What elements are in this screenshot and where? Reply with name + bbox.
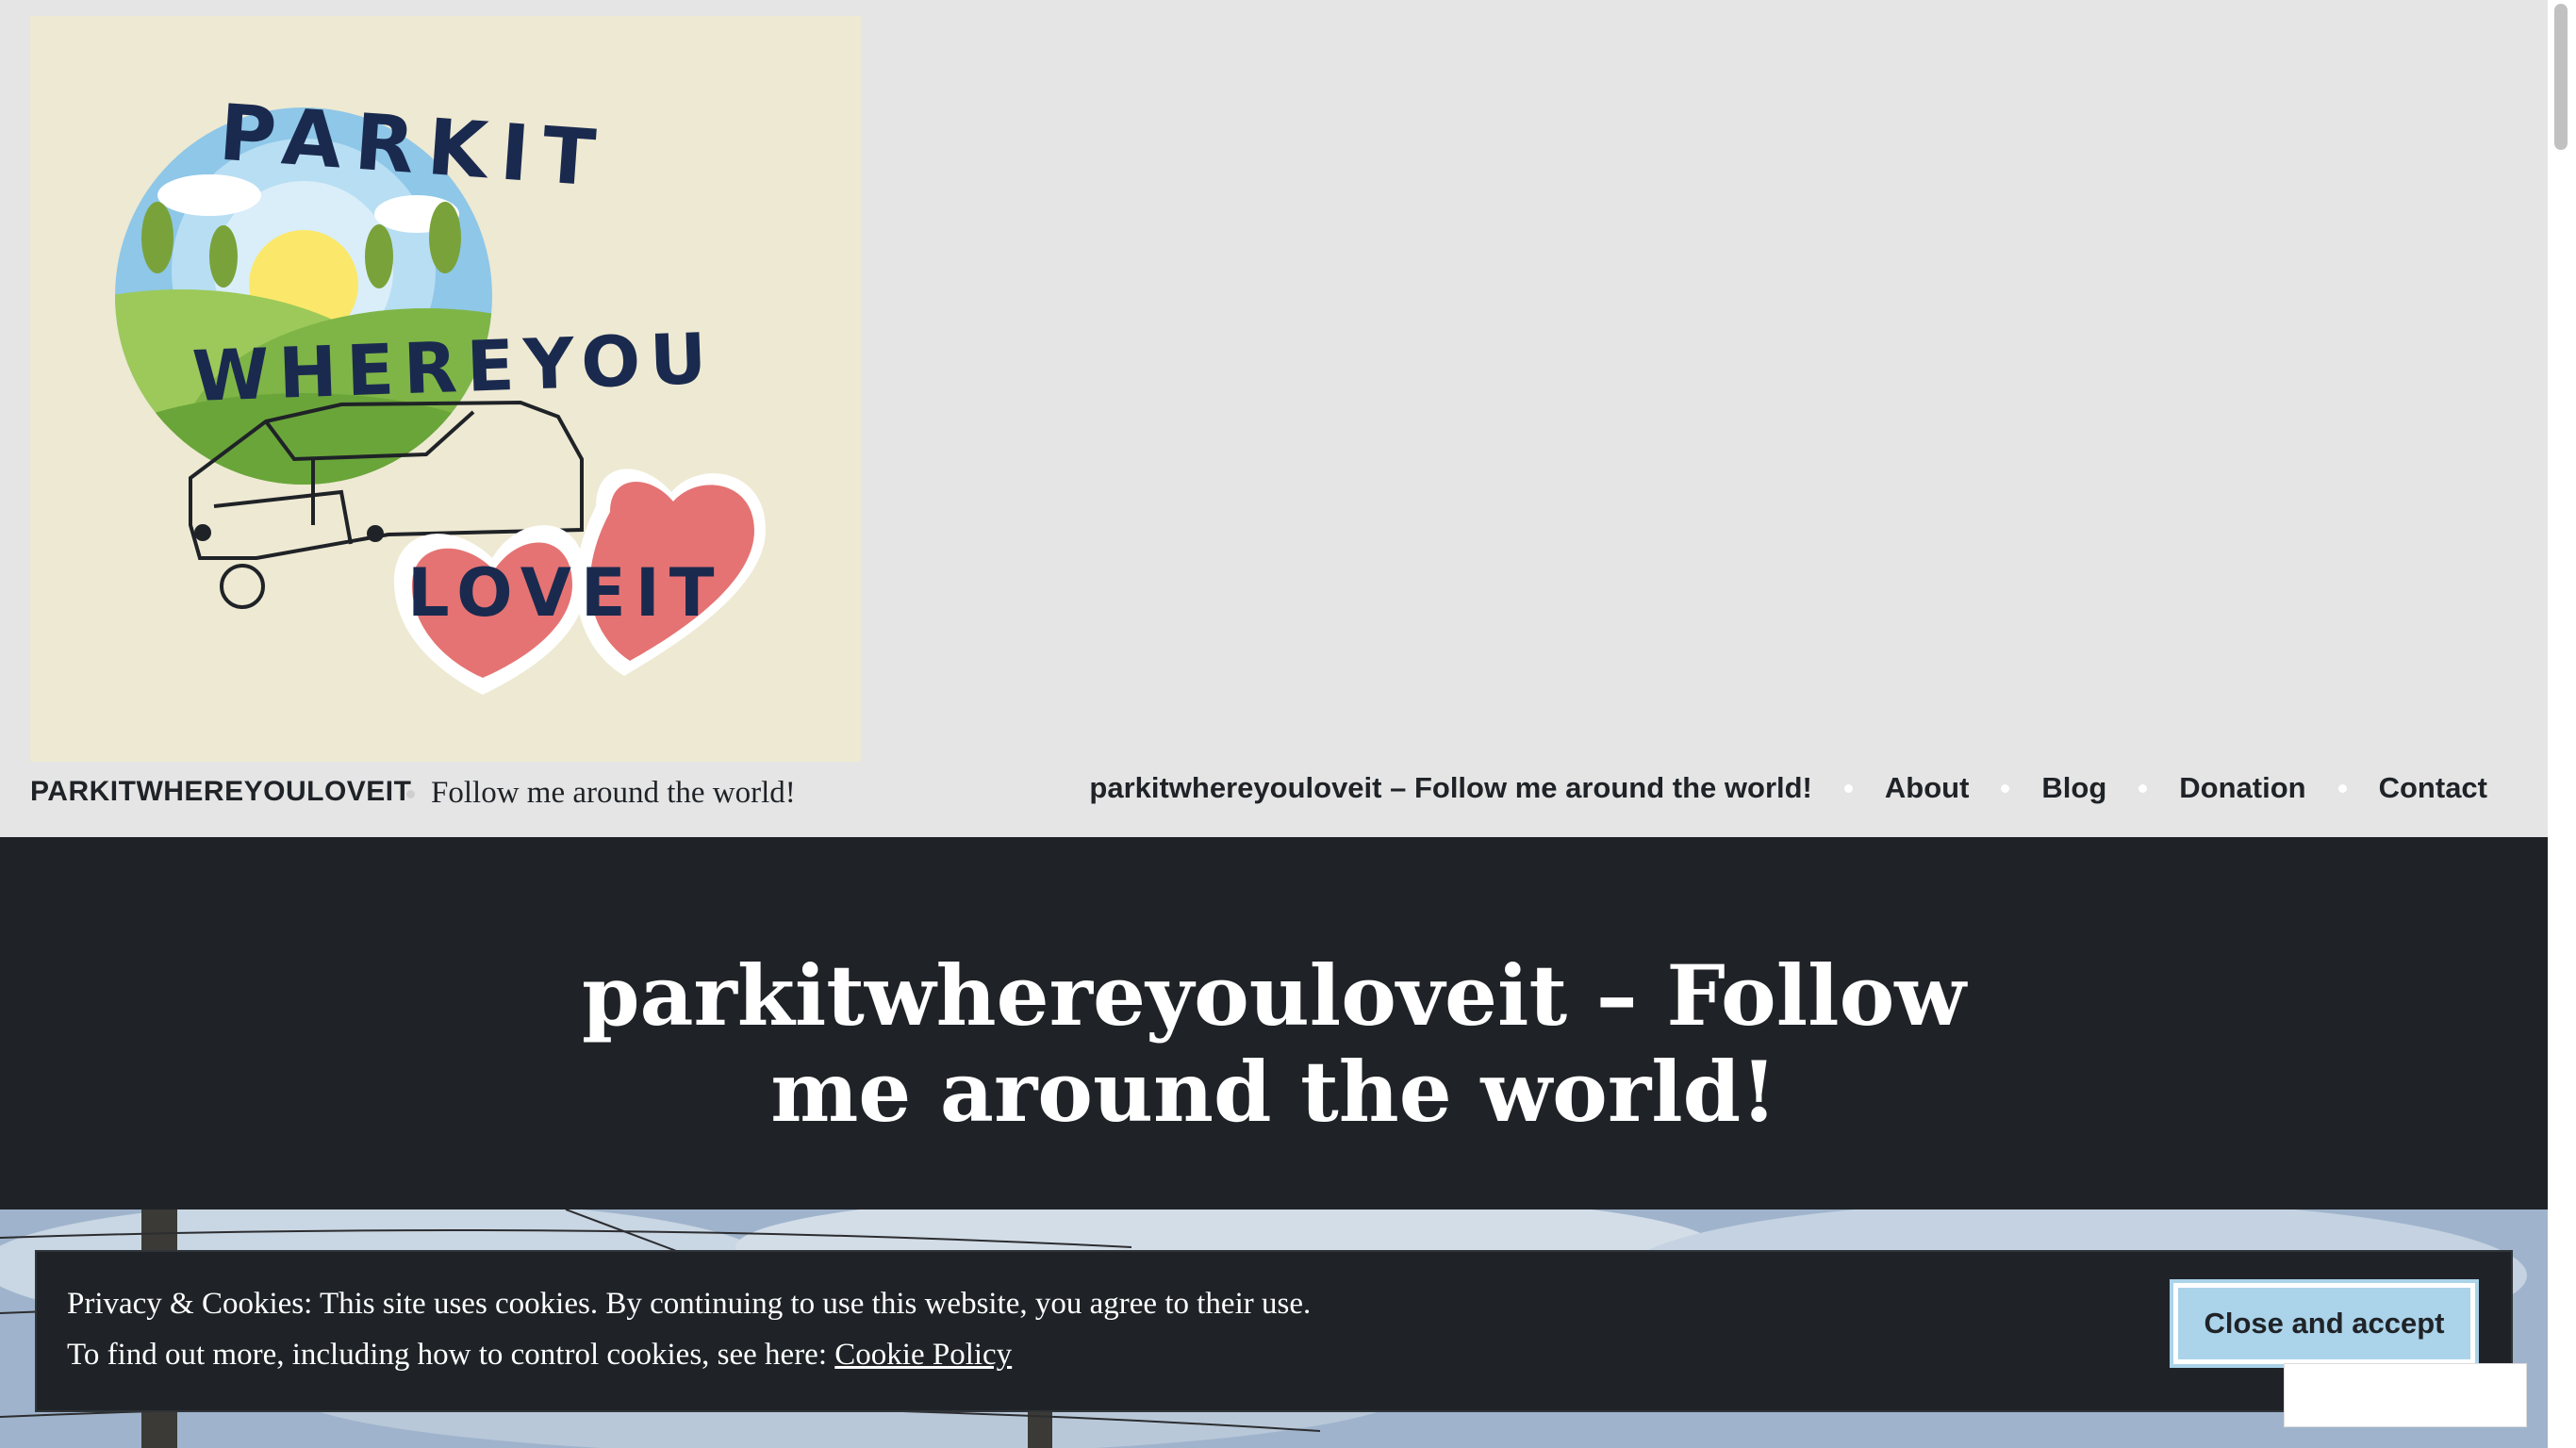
nav-item-blog[interactable]: Blog bbox=[2041, 771, 2106, 805]
logo-illustration: PARKIT WHEREYOU LOVEIT bbox=[115, 89, 766, 695]
hero-banner: parkitwhereyouloveit – Follow me around … bbox=[0, 837, 2548, 1209]
nav-separator bbox=[1843, 783, 1853, 793]
page-title: parkitwhereyouloveit – Follow me around … bbox=[581, 946, 1967, 1141]
logo-word-2: WHEREYOU bbox=[190, 319, 717, 418]
cookie-banner: Privacy & Cookies: This site uses cookie… bbox=[35, 1250, 2513, 1412]
scrollbar-thumb[interactable] bbox=[2554, 4, 2568, 150]
main-navigation: parkitwhereyouloveit – Follow me around … bbox=[1089, 771, 2487, 805]
nav-separator bbox=[2138, 783, 2148, 793]
nav-item-home[interactable]: parkitwhereyouloveit – Follow me around … bbox=[1089, 771, 1812, 805]
nav-item-about[interactable]: About bbox=[1885, 771, 1970, 805]
title-separator bbox=[406, 790, 415, 798]
cookie-policy-prefix: To find out more, including how to contr… bbox=[67, 1338, 835, 1372]
cookie-notice-text: Privacy & Cookies: This site uses cookie… bbox=[67, 1287, 1312, 1321]
nav-separator bbox=[2337, 783, 2347, 793]
site-logo[interactable]: PARKIT WHEREYOU LOVEIT bbox=[30, 16, 861, 762]
site-header: PARKIT WHEREYOU LOVEIT PARKITWHEREYOULOV… bbox=[0, 0, 2548, 837]
close-and-accept-button[interactable]: Close and accept bbox=[2170, 1279, 2479, 1368]
nav-separator bbox=[2001, 783, 2010, 793]
nav-item-donation[interactable]: Donation bbox=[2179, 771, 2305, 805]
cookie-policy-link[interactable]: Cookie Policy bbox=[834, 1338, 1012, 1372]
page-scrollbar[interactable] bbox=[2548, 0, 2576, 1448]
follow-button[interactable] bbox=[2284, 1363, 2527, 1427]
site-tagline: Follow me around the world! bbox=[431, 776, 796, 810]
nav-item-contact[interactable]: Contact bbox=[2379, 771, 2487, 805]
site-title[interactable]: PARKITWHEREYOULOVEIT bbox=[30, 776, 411, 808]
cookie-policy-line: To find out more, including how to contr… bbox=[67, 1338, 1012, 1373]
logo-word-3: LOVEIT bbox=[407, 554, 724, 632]
